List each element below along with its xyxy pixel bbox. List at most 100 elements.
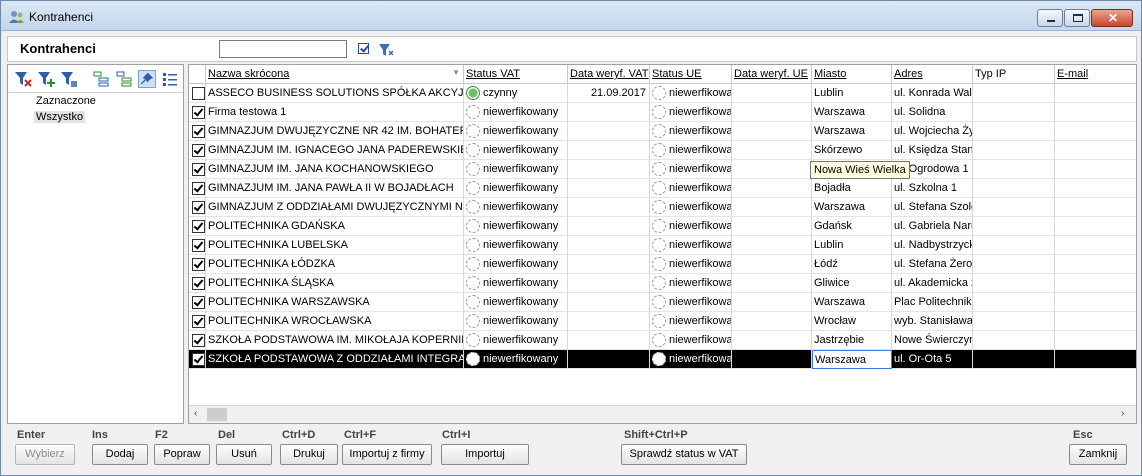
cell-status-ue[interactable]: niewerfikowany — [650, 179, 732, 198]
footer-button-dodaj[interactable]: Dodaj — [92, 444, 148, 465]
cell-miasto[interactable]: Lublin — [812, 236, 892, 255]
row-select-cell[interactable] — [189, 236, 206, 255]
cell-typ-ip[interactable] — [973, 331, 1055, 350]
row-checkbox[interactable] — [192, 277, 205, 290]
footer-button-sprawdź-status-w-vat[interactable]: Sprawdź status w VAT — [621, 444, 747, 465]
cell-nazwa[interactable]: GIMNAZJUM IM. JANA PAWŁA II W BOJADŁACH — [206, 179, 464, 198]
row-select-cell[interactable] — [189, 217, 206, 236]
cell-email[interactable] — [1055, 217, 1136, 236]
table-row[interactable]: SZKOŁA PODSTAWOWA Z ODDZIAŁAMI INTEGRACY… — [189, 350, 1136, 369]
footer-button-usuń[interactable]: Usuń — [216, 444, 272, 465]
table-row[interactable]: GIMNAZJUM IM. IGNACEGO JANA PADEREWSKIEG… — [189, 141, 1136, 160]
row-select-cell[interactable] — [189, 103, 206, 122]
cell-data-ue[interactable] — [732, 179, 812, 198]
cell-email[interactable] — [1055, 141, 1136, 160]
cell-nazwa[interactable]: SZKOŁA PODSTAWOWA IM. MIKOŁAJA KOPERNIKA — [206, 331, 464, 350]
cell-status-ue[interactable]: niewerfikowany — [650, 236, 732, 255]
cell-email[interactable] — [1055, 236, 1136, 255]
cell-data-vat[interactable] — [568, 141, 650, 160]
cell-nazwa[interactable]: POLITECHNIKA ŚLĄSKA — [206, 274, 464, 293]
cell-status-vat[interactable]: niewerfikowany — [464, 331, 568, 350]
cell-status-vat[interactable]: niewerfikowany — [464, 179, 568, 198]
cell-data-vat[interactable] — [568, 198, 650, 217]
cell-miasto[interactable]: Warszawa — [812, 103, 892, 122]
cell-status-vat[interactable]: niewerfikowany — [464, 350, 568, 369]
col-header-miasto[interactable]: Miasto — [812, 65, 892, 84]
cell-nazwa[interactable]: Firma testowa 1 — [206, 103, 464, 122]
row-checkbox[interactable] — [192, 315, 205, 328]
row-checkbox[interactable] — [192, 163, 205, 176]
table-row[interactable]: GIMNAZJUM Z ODDZIAŁAMI DWUJĘZYCZNYMI NR n… — [189, 198, 1136, 217]
cell-data-ue[interactable] — [732, 350, 812, 369]
row-checkbox[interactable] — [192, 125, 205, 138]
cell-nazwa[interactable]: POLITECHNIKA WARSZAWSKA — [206, 293, 464, 312]
cell-status-ue[interactable]: niewerfikowany — [650, 331, 732, 350]
row-checkbox[interactable] — [192, 220, 205, 233]
cell-adres[interactable]: ul. Szkolna 1 — [892, 179, 973, 198]
row-select-cell[interactable] — [189, 198, 206, 217]
cell-status-ue[interactable]: niewerfikowany — [650, 274, 732, 293]
cell-nazwa[interactable]: POLITECHNIKA LUBELSKA — [206, 236, 464, 255]
cell-miasto[interactable]: Warszawa — [812, 350, 892, 369]
footer-button-importuj-z-firmy[interactable]: Importuj z firmy — [342, 444, 432, 465]
table-row[interactable]: SZKOŁA PODSTAWOWA IM. MIKOŁAJA KOPERNIKA… — [189, 331, 1136, 350]
cell-typ-ip[interactable] — [973, 255, 1055, 274]
cell-status-ue[interactable]: niewerfikowany — [650, 103, 732, 122]
cell-data-vat[interactable] — [568, 179, 650, 198]
cell-adres[interactable]: ul. Akademicka 2 — [892, 274, 973, 293]
cell-status-vat[interactable]: niewerfikowany — [464, 198, 568, 217]
cell-data-vat[interactable] — [568, 160, 650, 179]
row-select-cell[interactable] — [189, 293, 206, 312]
cell-status-ue[interactable]: niewerfikowany — [650, 255, 732, 274]
cell-typ-ip[interactable] — [973, 274, 1055, 293]
table-row[interactable]: POLITECHNIKA ŁÓDZKA niewerfikowany niewerf… — [189, 255, 1136, 274]
table-row[interactable]: POLITECHNIKA GDAŃSKA niewerfikowany niewer… — [189, 217, 1136, 236]
col-header-status-vat[interactable]: Status VAT — [464, 65, 568, 84]
cell-nazwa[interactable]: GIMNAZJUM Z ODDZIAŁAMI DWUJĘZYCZNYMI NR — [206, 198, 464, 217]
cell-email[interactable] — [1055, 84, 1136, 103]
cell-data-vat[interactable] — [568, 293, 650, 312]
row-select-cell[interactable] — [189, 331, 206, 350]
cell-typ-ip[interactable] — [973, 293, 1055, 312]
col-header-status-ue[interactable]: Status UE — [650, 65, 732, 84]
cell-nazwa[interactable]: GIMNAZJUM IM. JANA KOCHANOWSKIEGO — [206, 160, 464, 179]
footer-button-importuj[interactable]: Importuj — [441, 444, 529, 465]
cell-typ-ip[interactable] — [973, 141, 1055, 160]
cell-typ-ip[interactable] — [973, 160, 1055, 179]
cell-adres[interactable]: ul. Konrada Wallenroda — [892, 84, 973, 103]
cell-adres[interactable]: Plac Politechniki — [892, 293, 973, 312]
cell-status-ue[interactable]: niewerfikowany — [650, 217, 732, 236]
col-header-typ-ip[interactable]: Typ IP — [973, 65, 1055, 84]
cell-miasto[interactable]: Jastrzębie — [812, 331, 892, 350]
row-select-cell[interactable] — [189, 179, 206, 198]
table-row[interactable]: GIMNAZJUM IM. JANA KOCHANOWSKIEGO niewerf… — [189, 160, 1136, 179]
cell-status-vat[interactable]: niewerfikowany — [464, 122, 568, 141]
cell-status-vat[interactable]: niewerfikowany — [464, 141, 568, 160]
cell-data-ue[interactable] — [732, 160, 812, 179]
cell-typ-ip[interactable] — [973, 122, 1055, 141]
filter-edit-icon[interactable] — [60, 70, 78, 88]
row-select-cell[interactable] — [189, 84, 206, 103]
cell-data-vat[interactable] — [568, 274, 650, 293]
footer-button-wybierz[interactable]: Wybierz — [15, 444, 75, 465]
cell-adres[interactable]: Nowe Świerczyny — [892, 331, 973, 350]
cell-email[interactable] — [1055, 331, 1136, 350]
row-checkbox[interactable] — [192, 239, 205, 252]
cell-status-vat[interactable]: niewerfikowany — [464, 103, 568, 122]
cell-status-ue[interactable]: niewerfikowany — [650, 122, 732, 141]
scroll-right-icon[interactable]: › — [1121, 408, 1124, 419]
filter-clear-icon[interactable] — [14, 70, 32, 88]
cell-data-vat[interactable] — [568, 331, 650, 350]
cell-adres[interactable]: ul. Gabriela Narutowicza — [892, 217, 973, 236]
cell-status-vat[interactable]: niewerfikowany — [464, 293, 568, 312]
cell-data-ue[interactable] — [732, 274, 812, 293]
cell-data-vat[interactable] — [568, 312, 650, 331]
cell-email[interactable] — [1055, 122, 1136, 141]
cell-typ-ip[interactable] — [973, 217, 1055, 236]
cell-miasto[interactable]: Warszawa — [812, 293, 892, 312]
cell-status-ue[interactable]: niewerfikowany — [650, 160, 732, 179]
col-header-data-vat[interactable]: Data weryf. VAT — [568, 65, 650, 84]
row-select-cell[interactable] — [189, 160, 206, 179]
cell-email[interactable] — [1055, 179, 1136, 198]
row-checkbox[interactable] — [192, 258, 205, 271]
